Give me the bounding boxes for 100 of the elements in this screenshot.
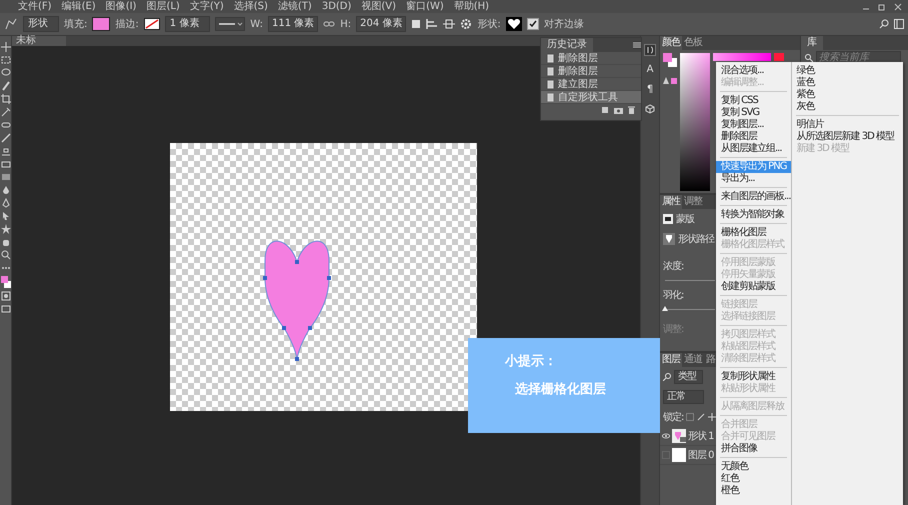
quick-mask-icon[interactable] bbox=[0, 291, 10, 301]
path-alignment-icon[interactable] bbox=[426, 19, 438, 29]
library-tab[interactable]: 库 bbox=[801, 36, 823, 50]
restore-icon[interactable] bbox=[878, 2, 886, 10]
menu-item[interactable]: 编辑(E) bbox=[58, 0, 100, 12]
gear-icon[interactable] bbox=[460, 18, 472, 30]
trash-icon[interactable] bbox=[628, 106, 635, 114]
align-edges-checkbox[interactable] bbox=[526, 18, 539, 30]
history-tab[interactable]: 历史记录 bbox=[541, 38, 593, 52]
layer-filter-dropdown[interactable]: 类型 bbox=[674, 370, 703, 384]
shape-tool-icon[interactable] bbox=[4, 17, 18, 31]
height-field[interactable]: 204 像素 bbox=[356, 16, 406, 32]
mask-icon[interactable] bbox=[663, 214, 673, 224]
context-menu-item[interactable]: 删除图层 bbox=[716, 131, 791, 143]
properties-tab[interactable]: 属性 bbox=[660, 195, 682, 209]
close-icon[interactable] bbox=[894, 2, 902, 10]
cube-icon[interactable] bbox=[645, 104, 655, 114]
panel-dock-button[interactable]: A bbox=[646, 64, 654, 76]
eyedropper-icon[interactable] bbox=[0, 107, 10, 117]
link-icon[interactable] bbox=[323, 20, 336, 28]
context-menu-item[interactable]: 紫色 bbox=[792, 89, 903, 101]
context-menu-item[interactable]: 从图层建立组... bbox=[716, 143, 791, 155]
line-style-dropdown-icon[interactable] bbox=[215, 17, 246, 31]
menu-item[interactable]: 滤镜(T) bbox=[274, 0, 316, 12]
color-picker-field[interactable] bbox=[680, 53, 710, 191]
context-menu-item[interactable]: 混合选项... bbox=[716, 65, 791, 77]
search-icon[interactable] bbox=[663, 373, 671, 381]
new-document-icon[interactable] bbox=[601, 106, 609, 114]
heart-shape-picker-icon[interactable] bbox=[506, 17, 522, 31]
stroke-swatch-icon[interactable] bbox=[144, 18, 160, 30]
shape-path-thumbnail-icon[interactable] bbox=[663, 233, 675, 245]
panel-dock-button[interactable]: ¶ bbox=[646, 84, 654, 96]
gamut-warning-icon[interactable] bbox=[663, 77, 677, 85]
brush-icon[interactable] bbox=[0, 81, 10, 91]
layers-tab[interactable]: 通道 bbox=[682, 353, 704, 367]
context-menu-item[interactable]: 橙色 bbox=[716, 485, 791, 497]
color-swatches-icon[interactable] bbox=[0, 276, 10, 288]
star-icon[interactable] bbox=[0, 224, 10, 234]
context-menu-item[interactable]: 转换为智能对象 bbox=[716, 209, 791, 221]
panel-menu-icon[interactable] bbox=[633, 42, 641, 48]
context-menu-item[interactable]: 绿色 bbox=[792, 65, 903, 77]
context-menu-item[interactable]: 创建剪贴蒙版 bbox=[716, 281, 791, 293]
context-menu-item[interactable]: 来自图层的画板... bbox=[716, 191, 791, 203]
menu-item[interactable]: 视图(V) bbox=[357, 0, 400, 12]
search-icon[interactable] bbox=[879, 19, 889, 29]
menu-item[interactable]: 图层(L) bbox=[142, 0, 184, 12]
layers-tab[interactable]: 图层 bbox=[660, 353, 682, 367]
properties-tab[interactable]: 调整 bbox=[682, 195, 704, 209]
dashed-rectangle-icon[interactable] bbox=[0, 55, 10, 65]
context-menu-item[interactable]: 蓝色 bbox=[792, 77, 903, 89]
menu-item[interactable]: 文件(F) bbox=[14, 0, 56, 12]
layers-tab[interactable]: 路 bbox=[704, 353, 717, 367]
layer-name[interactable]: 图层 0 bbox=[688, 448, 714, 462]
context-menu-item[interactable]: 复制图层... bbox=[716, 119, 791, 131]
path-arrangement-icon[interactable] bbox=[443, 18, 456, 30]
menu-item[interactable]: 文字(Y) bbox=[186, 0, 228, 12]
history-item[interactable]: 自定形状工具 bbox=[541, 91, 641, 104]
brush-icon[interactable] bbox=[697, 413, 706, 421]
context-menu-item[interactable]: 红色 bbox=[716, 473, 791, 485]
screen-mode-icon[interactable] bbox=[0, 304, 10, 314]
feather-slider-thumb[interactable] bbox=[662, 306, 668, 311]
menu-item[interactable]: 帮助(H) bbox=[450, 0, 494, 12]
context-menu-item[interactable]: 明信片 bbox=[792, 119, 903, 131]
layer-thumbnail-icon[interactable] bbox=[672, 448, 686, 462]
camera-icon[interactable] bbox=[614, 106, 623, 114]
workspace-icon[interactable] bbox=[894, 19, 904, 29]
context-menu-item[interactable]: 拼合图像 bbox=[716, 443, 791, 455]
color-gradient-strip[interactable] bbox=[713, 53, 771, 61]
context-menu-item[interactable]: 栅格化图层 bbox=[716, 227, 791, 239]
context-menu-item[interactable]: 复制 SVG bbox=[716, 107, 791, 119]
context-menu-item[interactable]: 无颜色 bbox=[716, 461, 791, 473]
history-item[interactable]: 删除图层 bbox=[541, 52, 641, 65]
move-icon[interactable] bbox=[0, 42, 10, 52]
lock-pixels-icon[interactable] bbox=[686, 413, 694, 421]
color-panel-tab[interactable]: 色板 bbox=[682, 36, 704, 50]
context-menu-item[interactable]: 复制 CSS bbox=[716, 95, 791, 107]
hue-color-swatch[interactable] bbox=[774, 53, 784, 61]
history-item[interactable]: 删除图层 bbox=[541, 65, 641, 78]
context-menu-item[interactable]: 导出为... bbox=[716, 173, 791, 185]
menu-item[interactable]: 选择(S) bbox=[230, 0, 272, 12]
pencil-icon[interactable] bbox=[0, 133, 10, 143]
color-panel-tab[interactable]: 颜色 bbox=[660, 36, 682, 50]
context-menu-item[interactable]: 快速导出为 PNG bbox=[716, 161, 791, 173]
magnifier-icon[interactable] bbox=[0, 250, 10, 260]
droplet-icon[interactable] bbox=[0, 185, 10, 195]
context-menu-item[interactable]: 灰色 bbox=[792, 101, 903, 113]
menu-item[interactable]: 图像(I) bbox=[102, 0, 140, 12]
crop-icon[interactable] bbox=[0, 94, 10, 104]
layer-name[interactable]: 形状 1 bbox=[688, 429, 714, 443]
width-field[interactable]: 111 像素 bbox=[268, 16, 318, 32]
blend-mode-dropdown[interactable]: 正常 bbox=[663, 390, 704, 404]
arrow-pointer-icon[interactable] bbox=[0, 211, 10, 221]
foreground-background-swatch-icon[interactable] bbox=[663, 53, 677, 67]
context-menu-item[interactable]: 复制形状属性 bbox=[716, 371, 791, 383]
tool-mode-dropdown[interactable]: 形状 bbox=[23, 16, 59, 32]
menu-item[interactable]: 窗口(W) bbox=[402, 0, 448, 12]
document-tab[interactable]: 未标 bbox=[12, 36, 66, 46]
fill-swatch[interactable] bbox=[92, 17, 110, 31]
shape-layer-thumbnail-icon[interactable] bbox=[672, 429, 686, 443]
menu-item[interactable]: 3D(D) bbox=[318, 0, 356, 12]
